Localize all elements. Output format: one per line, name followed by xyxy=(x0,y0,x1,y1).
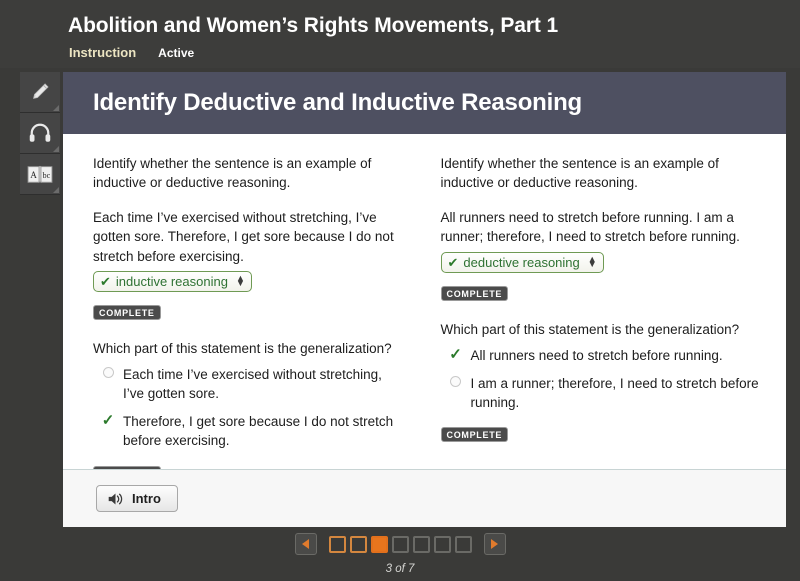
generalization-question: Which part of this statement is the gene… xyxy=(440,321,740,337)
page-square-list xyxy=(328,535,472,553)
svg-text:bc: bc xyxy=(43,171,51,180)
reasoning-type-select[interactable]: ✔ deductive reasoning ▲ ▼ xyxy=(440,251,604,273)
dictionary-book-icon: A bc xyxy=(27,165,53,184)
stem-text: Each time I’ve exercised without stretch… xyxy=(93,210,394,264)
reasoning-type-select[interactable]: ✔ inductive reasoning ▲ ▼ xyxy=(93,270,252,292)
page-square-5[interactable] xyxy=(412,535,430,553)
arrow-left-icon xyxy=(302,539,309,549)
page-square-1[interactable] xyxy=(328,535,346,553)
stage-title-bar: Identify Deductive and Inductive Reasoni… xyxy=(63,72,786,134)
tool-rail: A bc xyxy=(20,72,60,195)
next-page-button[interactable] xyxy=(483,533,506,555)
choice-label: I am a runner; therefore, I need to stre… xyxy=(470,375,759,411)
headphones-icon xyxy=(29,123,51,142)
complete-badge: COMPLETE xyxy=(440,285,509,301)
app-header: Abolition and Women’s Rights Movements, … xyxy=(0,0,800,68)
choice-label: Each time I’ve exercised without stretch… xyxy=(123,366,382,402)
complete-badge: COMPLETE xyxy=(440,427,509,443)
choice-label: Therefore, I get sore because I do not s… xyxy=(123,414,394,449)
complete-badge: COMPLETE xyxy=(93,304,161,320)
pencil-icon xyxy=(33,83,49,99)
generalization-question: Which part of this statement is the gene… xyxy=(93,340,392,356)
prompt-text: Identify whether the sentence is an exam… xyxy=(93,156,372,191)
speaker-icon xyxy=(108,492,123,505)
page-square-2[interactable] xyxy=(349,535,367,553)
select-value: deductive reasoning xyxy=(463,254,580,270)
choice-option[interactable]: I am a runner; therefore, I need to stre… xyxy=(441,374,769,412)
select-value: inductive reasoning xyxy=(115,273,228,289)
content-stage: Identify Deductive and Inductive Reasoni… xyxy=(63,72,786,527)
stem-text: All runners need to stretch before runni… xyxy=(440,210,740,245)
check-icon[interactable]: ✓ xyxy=(441,346,471,361)
stepper-arrows-icon: ▲ ▼ xyxy=(587,254,597,270)
page-title: Abolition and Women’s Rights Movements, … xyxy=(68,14,559,37)
choice-list: Each time I’ve exercised without stretch… xyxy=(93,365,403,451)
check-icon[interactable]: ✓ xyxy=(93,412,123,428)
header-meta: Instruction Active xyxy=(69,45,194,60)
page-square-4[interactable] xyxy=(391,535,409,553)
stage-footer: Intro xyxy=(63,469,786,527)
stage-title: Identify Deductive and Inductive Reasoni… xyxy=(93,89,583,116)
dictionary-tool[interactable]: A bc xyxy=(20,154,60,195)
intro-audio-button[interactable]: Intro xyxy=(96,485,178,512)
radio-unselected-icon[interactable] xyxy=(93,365,123,378)
intro-button-label: Intro xyxy=(132,491,161,506)
page-square-7[interactable] xyxy=(454,535,472,553)
stepper-arrows-icon: ▲ ▼ xyxy=(235,273,245,289)
highlighter-tool[interactable] xyxy=(20,72,60,113)
radio-unselected-icon[interactable] xyxy=(441,374,471,387)
prev-page-button[interactable] xyxy=(294,533,317,555)
status-badge: Active xyxy=(158,46,195,60)
check-icon: ✔ xyxy=(100,273,111,289)
choice-list: ✓ All runners need to stretch before run… xyxy=(441,346,769,412)
page-count-label: 3 of 7 xyxy=(385,563,415,575)
page-square-3[interactable] xyxy=(370,535,388,553)
question-columns: Identify whether the sentence is an exam… xyxy=(63,134,786,526)
instruction-label: Instruction xyxy=(69,45,137,60)
choice-label: All runners need to stretch before runni… xyxy=(470,347,723,363)
arrow-right-icon xyxy=(491,539,498,549)
choice-option[interactable]: ✓ All runners need to stretch before run… xyxy=(441,346,769,365)
pagination-bar xyxy=(0,533,800,555)
prompt-text: Identify whether the sentence is an exam… xyxy=(440,156,719,191)
choice-option[interactable]: Each time I’ve exercised without stretch… xyxy=(93,365,403,403)
audio-tool[interactable] xyxy=(20,113,60,154)
page-square-6[interactable] xyxy=(433,535,451,553)
choice-option[interactable]: ✓ Therefore, I get sore because I do not… xyxy=(93,412,403,450)
svg-text:A: A xyxy=(30,170,37,180)
check-icon: ✔ xyxy=(447,254,459,270)
